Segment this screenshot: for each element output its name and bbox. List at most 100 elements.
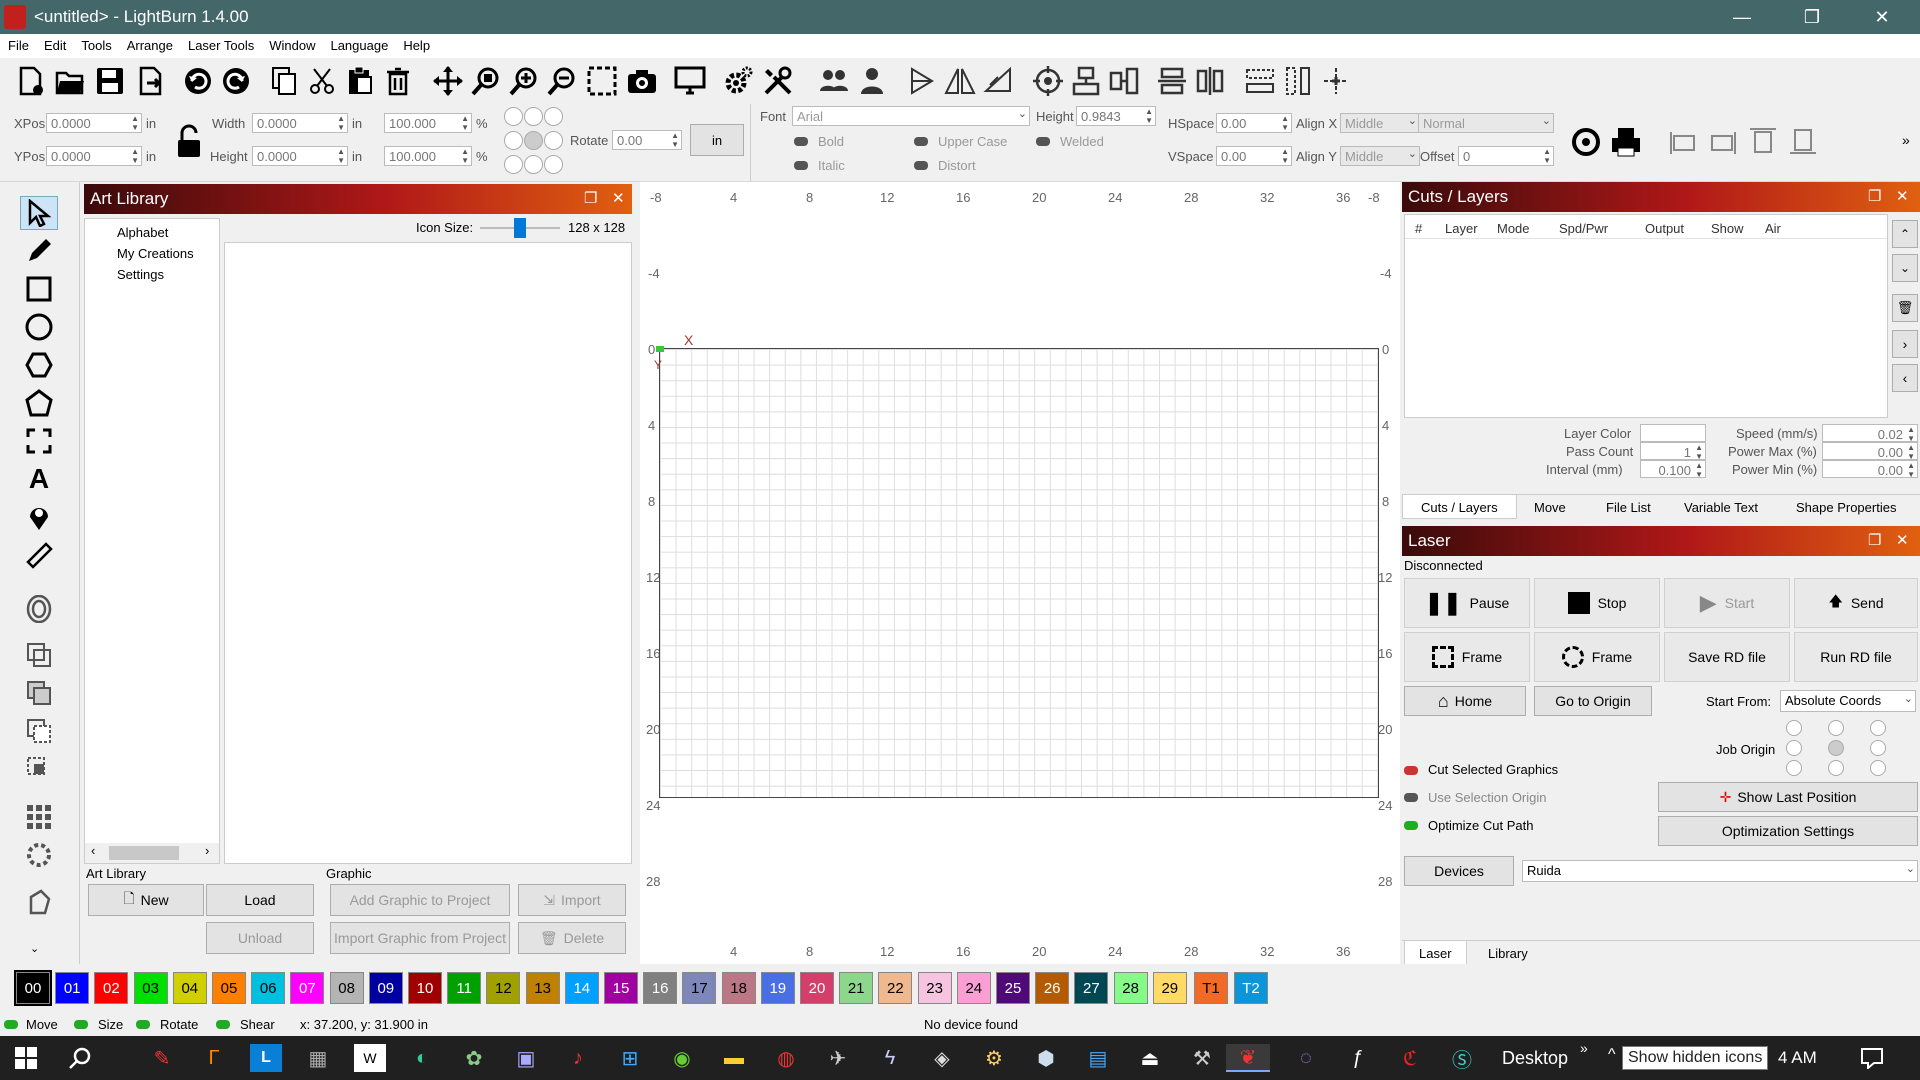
home-button[interactable]: ⌂ Home <box>1404 686 1526 716</box>
store-icon[interactable]: ⊞ <box>614 1044 646 1072</box>
shear-toggle[interactable] <box>216 1020 230 1029</box>
palette-swatch-03[interactable]: 03 <box>133 972 168 1004</box>
bold-toggle[interactable] <box>794 137 808 146</box>
spin-arrows-icon[interactable]: ▲ ▼ <box>1281 114 1289 132</box>
move-icon[interactable] <box>430 62 466 100</box>
rotate-object-icon[interactable] <box>20 884 58 918</box>
boolean-union-icon[interactable] <box>20 676 58 710</box>
app-icon[interactable]: L <box>250 1044 282 1072</box>
speed-input[interactable]: 0.02 ▲ ▼ <box>1822 424 1918 443</box>
corner-tool-icon[interactable] <box>20 424 58 458</box>
italic-toggle[interactable] <box>794 161 808 170</box>
tab-file-list[interactable]: File List <box>1606 500 1651 515</box>
send-button[interactable]: 🡅 Send <box>1794 578 1918 628</box>
spin-arrows-icon[interactable]: ▲ ▼ <box>1281 147 1289 165</box>
chevron-down-icon[interactable]: ⌄ <box>1018 109 1027 120</box>
slider-handle[interactable] <box>514 218 526 238</box>
lightburn-taskbar-icon[interactable]: ❦ <box>1226 1044 1270 1072</box>
align-right-edges-icon[interactable] <box>1708 130 1738 156</box>
app-icon[interactable]: ⚙ <box>978 1044 1010 1072</box>
more-tools-icon[interactable]: ⌄ <box>30 942 39 955</box>
palette-swatch-09[interactable]: 09 <box>368 972 403 1004</box>
palette-swatch-26[interactable]: 26 <box>1035 972 1070 1004</box>
tab-cuts-layers[interactable]: Cuts / Layers <box>1402 495 1517 519</box>
refresh-icon[interactable] <box>1568 124 1604 160</box>
go-to-origin-button[interactable]: Go to Origin <box>1534 686 1652 716</box>
job-origin-radio[interactable] <box>1786 740 1802 756</box>
xpos-input[interactable]: 0.0000 ▲ ▼ <box>46 113 142 133</box>
device-settings-icon[interactable] <box>672 62 708 100</box>
scroll-thumb[interactable] <box>109 846 179 860</box>
rectangle-tool-icon[interactable] <box>20 272 58 306</box>
float-panel-icon[interactable]: ❐ <box>1868 187 1881 205</box>
settings-gear-icon[interactable] <box>720 62 756 100</box>
unload-library-button[interactable]: Unload <box>206 922 314 954</box>
ungroup-icon[interactable] <box>854 62 890 100</box>
save-icon[interactable] <box>92 62 128 100</box>
frame-button[interactable]: Frame <box>1404 632 1530 682</box>
pentagon-tool-icon[interactable] <box>20 386 58 420</box>
power-min-input[interactable]: 0.00 ▲ ▼ <box>1822 460 1918 479</box>
pass-count-input[interactable]: 1 ▲ ▼ <box>1640 442 1706 461</box>
move-toggle[interactable] <box>4 1020 18 1029</box>
export-icon[interactable] <box>132 62 168 100</box>
palette-swatch-18[interactable]: 18 <box>721 972 756 1004</box>
menu-help[interactable]: Help <box>395 34 437 53</box>
new-file-icon[interactable] <box>12 62 48 100</box>
tab-shape-properties[interactable]: Shape Properties <box>1796 500 1896 515</box>
menu-edit[interactable]: Edit <box>36 34 73 53</box>
library-item[interactable]: My Creations <box>117 246 194 261</box>
spin-arrows-icon[interactable]: ▲ ▼ <box>1695 443 1703 461</box>
origin-radio[interactable] <box>504 155 523 174</box>
app-icon[interactable]: ✿ <box>458 1044 490 1072</box>
app-icon[interactable]: ♪ <box>562 1044 594 1072</box>
job-origin-radio[interactable] <box>1828 720 1844 736</box>
origin-radio[interactable] <box>544 131 563 150</box>
redo-icon[interactable] <box>218 62 254 100</box>
app-icon[interactable]: ℭ <box>1394 1044 1426 1072</box>
palette-swatch-15[interactable]: 15 <box>604 972 638 1004</box>
grid-array-icon[interactable] <box>20 800 58 834</box>
palette-swatch-06[interactable]: 06 <box>251 972 286 1004</box>
windows-start-icon[interactable] <box>10 1044 42 1072</box>
col-header[interactable]: Spd/Pwr <box>1559 221 1608 236</box>
palette-swatch-10[interactable]: 10 <box>408 972 442 1004</box>
stop-button[interactable]: Stop <box>1534 578 1660 628</box>
devices-button[interactable]: Devices <box>1404 856 1514 886</box>
save-rd-button[interactable]: Save RD file <box>1664 632 1790 682</box>
move-together-icon[interactable] <box>1318 62 1354 100</box>
horizontal-scrollbar[interactable]: ‹ › <box>85 843 219 863</box>
col-header[interactable]: Layer <box>1445 221 1478 236</box>
aligny-select[interactable]: Middle ⌄ <box>1340 146 1420 166</box>
palette-swatch-12[interactable]: 12 <box>486 972 521 1004</box>
palette-swatch-17[interactable]: 17 <box>682 972 717 1004</box>
origin-radio[interactable] <box>504 107 523 126</box>
size-toggle[interactable] <box>74 1020 88 1029</box>
spin-arrows-icon[interactable]: ▲ ▼ <box>337 114 345 132</box>
palette-swatch-21[interactable]: 21 <box>839 972 874 1004</box>
pause-button[interactable]: ❚❚ Pause <box>1404 578 1530 628</box>
start-from-select[interactable]: Absolute Coords ⌄ <box>1780 690 1916 712</box>
notifications-icon[interactable] <box>1856 1044 1888 1072</box>
menu-window[interactable]: Window <box>261 34 322 53</box>
mirror-icon[interactable] <box>942 62 978 100</box>
spin-arrows-icon[interactable]: ▲ ▼ <box>131 147 139 165</box>
start-button[interactable]: ▶ Start <box>1664 578 1790 628</box>
hspace-input[interactable]: 0.00 ▲ ▼ <box>1216 113 1292 133</box>
app-icon[interactable]: ✎ <box>146 1044 178 1072</box>
close-panel-icon[interactable]: ✕ <box>1896 531 1909 549</box>
col-header[interactable]: # <box>1415 221 1422 236</box>
pen-tool-icon[interactable] <box>20 234 58 268</box>
toolbar-overflow-icon[interactable]: » <box>1902 132 1910 148</box>
minimize-button[interactable]: — <box>1712 0 1772 34</box>
palette-swatch-27[interactable]: 27 <box>1074 972 1109 1004</box>
delete-icon[interactable] <box>380 62 416 100</box>
menu-arrange[interactable]: Arrange <box>119 34 180 53</box>
palette-swatch-29[interactable]: 29 <box>1152 972 1187 1004</box>
layer-next-icon[interactable]: › <box>1892 330 1918 358</box>
layer-prev-icon[interactable]: ‹ <box>1892 364 1918 392</box>
job-origin-radio[interactable] <box>1828 760 1844 776</box>
origin-radio[interactable] <box>504 131 523 150</box>
palette-swatch-16[interactable]: 16 <box>643 972 678 1004</box>
palette-swatch-08[interactable]: 08 <box>329 972 364 1004</box>
